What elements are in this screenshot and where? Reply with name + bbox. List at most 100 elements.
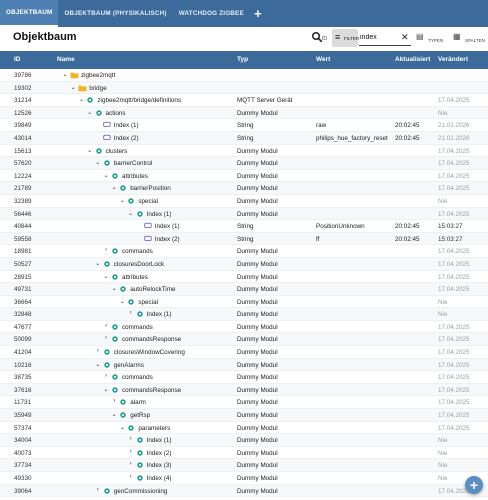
tab-watchdog-zigbee[interactable]: WATCHDOG ZIGBEE <box>173 0 250 27</box>
row-name[interactable]: Index (3) <box>147 462 172 469</box>
expand-chevron-icon[interactable]: › <box>111 398 117 404</box>
table-row[interactable]: 35949 ⌄ getRsp Dummy Modul 17.04.2025 <box>0 409 488 422</box>
table-row[interactable]: 49330 › Index (4) Dummy Modul Nie <box>0 472 488 485</box>
table-row[interactable]: 50099 › commandsResponse Dummy Modul 17.04.2… <box>0 333 488 347</box>
expand-chevron-icon[interactable]: › <box>95 487 101 493</box>
row-name[interactable]: special <box>138 299 158 306</box>
row-name[interactable]: genAlarms <box>114 362 144 369</box>
table-row[interactable]: 32848 › Index (1) Dummy Modul Nie <box>0 308 488 321</box>
table-row[interactable]: 11731 › alarm Dummy Modul 17.04.2025 <box>0 396 488 410</box>
expand-chevron-icon[interactable]: › <box>128 461 134 467</box>
row-name[interactable]: bridge <box>89 85 107 92</box>
row-value[interactable]: PositionUnknown <box>316 223 365 230</box>
row-name[interactable]: alarm <box>130 399 146 406</box>
row-name[interactable]: zigbee2mqtt <box>81 72 115 79</box>
row-name[interactable]: closuresDoorLock <box>114 261 164 268</box>
column-header-changed[interactable]: Verändert <box>438 56 468 63</box>
row-name[interactable]: commands <box>122 324 153 331</box>
column-header-value[interactable]: Wert <box>316 56 330 63</box>
row-name[interactable]: Index (1) <box>155 223 180 230</box>
expand-chevron-icon[interactable]: › <box>128 436 134 442</box>
row-name[interactable]: attributes <box>122 274 148 281</box>
collapse-chevron-icon[interactable]: ⌄ <box>95 260 101 267</box>
row-name[interactable]: Index (1) <box>147 211 172 218</box>
row-name[interactable]: Index (1) <box>114 122 139 129</box>
add-object-fab[interactable]: + <box>465 476 483 494</box>
row-name[interactable]: zigbee2mqtt/bridge/definitions <box>97 97 181 104</box>
table-row[interactable]: 56446 ⌄ Index (1) Dummy Modul 17.04.2025 <box>0 207 488 221</box>
table-row[interactable]: 37616 ⌄ commandsResponse Dummy Modul 17.04.2… <box>0 383 488 397</box>
table-row[interactable]: 28915 ⌄ attributes Dummy Modul 17.04.2025 <box>0 271 488 284</box>
row-name[interactable]: barrierPosition <box>130 185 171 192</box>
types-button[interactable]: ▤ TYPEN <box>415 31 445 47</box>
table-row[interactable]: 39849 Index (1) String raw 20:02:45 21.01.202… <box>0 119 488 132</box>
expand-chevron-icon[interactable]: › <box>128 449 134 455</box>
expand-chevron-icon[interactable]: › <box>103 335 109 341</box>
collapse-chevron-icon[interactable]: ⌄ <box>119 424 125 431</box>
row-name[interactable]: barrierControl <box>114 160 153 167</box>
row-name[interactable]: autoRelockTime <box>130 286 175 293</box>
expand-chevron-icon[interactable]: › <box>103 323 109 329</box>
expand-chevron-icon[interactable]: › <box>103 247 109 253</box>
expand-chevron-icon[interactable]: › <box>103 373 109 379</box>
table-row[interactable]: 31214 ⌄ zigbee2mqtt/bridge/definitions MQTT… <box>0 94 488 107</box>
table-row[interactable]: 50527 ⌄ closuresDoorLock Dummy Modul 17.04.2… <box>0 257 488 271</box>
filter-button[interactable]: ≡ FILTER <box>332 29 359 47</box>
table-row[interactable]: 39786 ⌄ zigbee2mqtt <box>0 69 488 82</box>
collapse-chevron-icon[interactable]: ⌄ <box>111 411 117 418</box>
collapse-chevron-icon[interactable]: ⌄ <box>87 109 93 116</box>
table-row[interactable]: 43014 Index (2) String philips_hue_factory_… <box>0 131 488 145</box>
columns-button[interactable]: ▦ SPALTEN <box>452 31 486 47</box>
table-row[interactable]: 59558 Index (2) String ff 20:02:45 15:03:27 <box>0 232 488 246</box>
table-row[interactable]: 37734 › Index (3) Dummy Modul Nie <box>0 459 488 472</box>
collapse-chevron-icon[interactable]: ⌄ <box>95 159 101 166</box>
row-name[interactable]: parameters <box>138 425 170 432</box>
collapse-chevron-icon[interactable]: ⌄ <box>95 361 101 368</box>
row-name[interactable]: closuresWindowCovering <box>114 349 185 356</box>
row-name[interactable]: Index (2) <box>155 236 180 243</box>
row-name[interactable]: commandsResponse <box>122 387 181 394</box>
row-value[interactable]: raw <box>316 122 326 129</box>
row-name[interactable]: Index (4) <box>147 475 172 482</box>
table-row[interactable]: 12224 ⌄ attributes Dummy Modul 17.04.2025 <box>0 170 488 183</box>
column-header-id[interactable]: ID <box>14 56 21 63</box>
row-name[interactable]: genCommissioning <box>114 488 168 495</box>
row-name[interactable]: special <box>138 198 158 205</box>
row-name[interactable]: commandsResponse <box>122 336 181 343</box>
table-row[interactable]: 10216 ⌄ genAlarms Dummy Modul 17.04.2025 <box>0 358 488 372</box>
collapse-chevron-icon[interactable]: ⌄ <box>128 210 134 217</box>
expand-chevron-icon[interactable]: › <box>128 474 134 480</box>
table-row[interactable]: 39064 › genCommissioning Dummy Modul 17.04.2… <box>0 484 488 498</box>
row-name[interactable]: commands <box>122 248 153 255</box>
table-row[interactable]: 47677 › commands Dummy Modul 17.04.2025 <box>0 321 488 334</box>
table-row[interactable]: 19302 ⌄ bridge <box>0 81 488 95</box>
table-row[interactable]: 18981 › commands Dummy Modul 17.04.2025 <box>0 245 488 258</box>
row-name[interactable]: attributes <box>122 173 148 180</box>
row-value[interactable]: ff <box>316 236 319 243</box>
row-name[interactable]: getRsp <box>130 412 150 419</box>
row-name[interactable]: clusters <box>106 148 128 155</box>
row-name[interactable]: commands <box>122 374 153 381</box>
column-header-name[interactable]: Name <box>57 56 75 63</box>
tab-objektbaum[interactable]: OBJEKTBAUM <box>0 0 59 27</box>
table-row[interactable]: 21789 ⌄ barrierPosition Dummy Modul 17.04.20… <box>0 182 488 195</box>
column-header-updated[interactable]: Aktualisiert <box>395 56 430 63</box>
collapse-chevron-icon[interactable]: ⌄ <box>70 84 76 91</box>
collapse-chevron-icon[interactable]: ⌄ <box>111 184 117 191</box>
table-row[interactable]: 12526 ⌄ actions Dummy Modul Nie <box>0 106 488 120</box>
expand-chevron-icon[interactable]: › <box>128 310 134 316</box>
collapse-chevron-icon[interactable]: ⌄ <box>62 71 68 78</box>
table-row[interactable]: 36664 ⌄ special Dummy Modul Nie <box>0 296 488 309</box>
collapse-chevron-icon[interactable]: ⌄ <box>119 298 125 305</box>
table-row[interactable]: 38735 › commands Dummy Modul 17.04.2025 <box>0 371 488 384</box>
collapse-chevron-icon[interactable]: ⌄ <box>87 147 93 154</box>
collapse-chevron-icon[interactable]: ⌄ <box>111 285 117 292</box>
column-header-type[interactable]: Typ <box>237 56 248 63</box>
collapse-chevron-icon[interactable]: ⌄ <box>103 386 109 393</box>
table-row[interactable]: 34004 › Index (1) Dummy Modul Nie <box>0 434 488 447</box>
expand-chevron-icon[interactable]: › <box>95 348 101 354</box>
tab-objektbaum-physikalisch[interactable]: OBJEKTBAUM (PHYSIKALISCH) <box>58 0 172 27</box>
row-name[interactable]: Index (1) <box>147 437 172 444</box>
collapse-chevron-icon[interactable]: ⌄ <box>103 273 109 280</box>
add-tab-button[interactable]: + <box>250 0 266 27</box>
